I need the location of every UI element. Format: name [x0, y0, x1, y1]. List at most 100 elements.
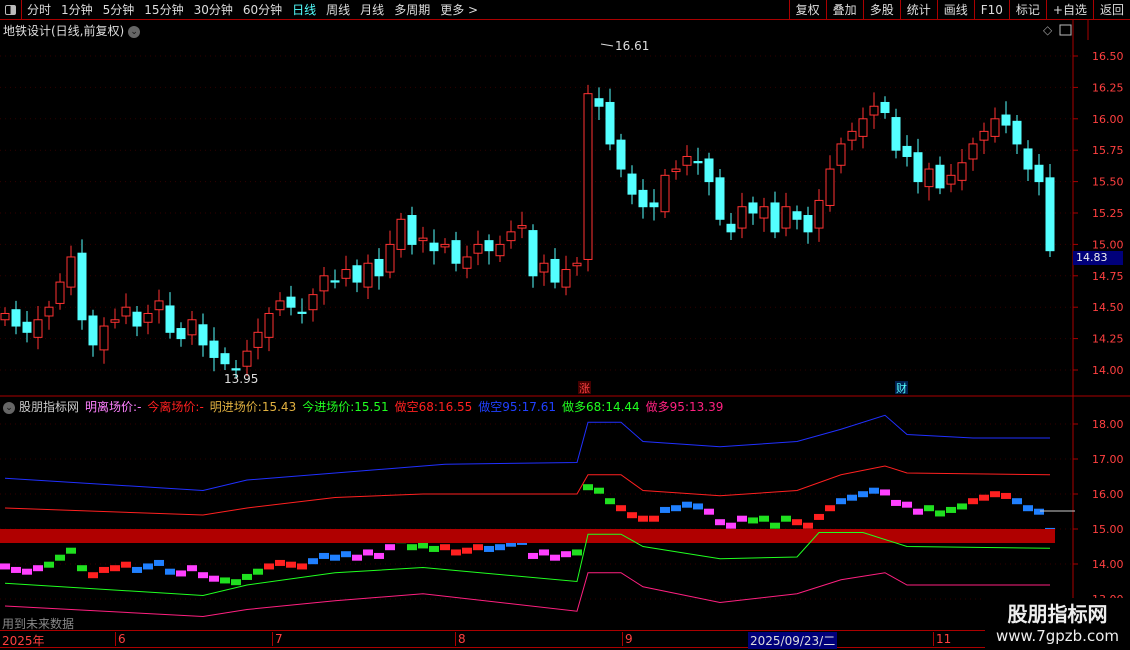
indicator-label: 做空68: [394, 400, 438, 414]
price-block [770, 522, 780, 529]
candle-body [55, 281, 65, 304]
panel-icon [1059, 24, 1072, 36]
band-line [4, 465, 1051, 516]
candle-body [385, 243, 395, 273]
price-block [11, 566, 21, 573]
candle-body [506, 231, 516, 242]
current-price-tag: 14.83 [1073, 251, 1123, 265]
price-block [44, 561, 54, 568]
indicator-number: 14.44 [605, 400, 640, 414]
price-block [550, 554, 560, 561]
price-block [572, 549, 582, 556]
price-block [627, 512, 637, 519]
candle-body [473, 243, 483, 254]
y-tick-label: 14.00 [1092, 558, 1124, 571]
candle-body [869, 105, 879, 116]
candle-body [308, 294, 318, 311]
candle-body [396, 218, 406, 250]
indicator-number: 15.43 [261, 400, 297, 414]
candle-body [1001, 114, 1011, 126]
price-block [286, 561, 296, 568]
price-block [143, 563, 153, 570]
price-block [660, 506, 670, 513]
price-block [198, 572, 208, 579]
candle-body [407, 215, 417, 245]
indicator-label: 做多95: [645, 400, 689, 414]
candle-body [440, 243, 450, 248]
price-block [231, 579, 241, 586]
candle-body [583, 93, 593, 260]
candle-body [264, 312, 274, 338]
price-block [649, 515, 659, 522]
price-block [726, 522, 736, 529]
y-tick-label: 17.00 [1092, 453, 1124, 466]
candle-body [880, 101, 890, 114]
indicator-number: - [137, 400, 142, 414]
candle-body [22, 321, 32, 333]
candle-body [968, 143, 978, 160]
watermark-name: 股朋指标网 [1007, 602, 1108, 626]
candle-body [341, 269, 351, 279]
candle-body [517, 225, 527, 229]
candle-body [1023, 148, 1033, 170]
y-tick-label: 16.25 [1092, 81, 1124, 94]
candle-body [924, 168, 934, 188]
candle-body [660, 174, 670, 213]
price-block [88, 572, 98, 579]
price-block [594, 487, 604, 494]
chevron-down-icon[interactable]: ⌄ [3, 401, 15, 414]
indicator-label: 明进场价: [209, 400, 262, 414]
candle-body [935, 164, 945, 189]
watermark-url: www.7gpzb.com [996, 627, 1119, 645]
price-block [803, 522, 813, 529]
price-block [671, 505, 681, 512]
price-block [22, 568, 32, 575]
candle-body [66, 256, 76, 288]
candle-body [176, 328, 186, 340]
candle-body [33, 319, 43, 338]
price-block [869, 487, 879, 494]
price-block [891, 499, 901, 506]
candle-body [1045, 177, 1055, 252]
price-block [1001, 492, 1011, 499]
candle-body [616, 139, 626, 170]
y-tick-label: 14.25 [1092, 333, 1124, 346]
candle-body [550, 258, 560, 283]
candle-body [231, 368, 241, 371]
candle-body [759, 206, 769, 219]
candle-body [286, 296, 296, 308]
price-block [814, 513, 824, 520]
price-block [759, 515, 769, 522]
candle-body [847, 130, 857, 141]
indicator-number: 17.61 [521, 400, 556, 414]
y-tick-label: 15.75 [1092, 144, 1124, 157]
price-block [792, 519, 802, 526]
price-block [880, 489, 890, 496]
candle-body [187, 319, 197, 336]
candle-body [495, 243, 505, 257]
price-block [539, 549, 549, 556]
x-label: 2025年 [2, 634, 45, 648]
price-block [1012, 498, 1022, 505]
indicator-value: 做空95:17.61 [478, 400, 556, 414]
candle-body [88, 315, 98, 346]
band-line [4, 572, 1050, 618]
price-block [693, 503, 703, 510]
candle-body [627, 173, 637, 195]
candle-body [737, 206, 747, 229]
indicator-number: 15.51 [354, 400, 389, 414]
y-tick-label: 15.25 [1092, 207, 1124, 220]
high-price-label: 16.61 [615, 39, 649, 53]
price-block [363, 549, 373, 556]
candle-body [11, 309, 21, 327]
candle-body [0, 312, 10, 321]
price-block [385, 544, 395, 551]
candle-body [275, 300, 285, 311]
candle-body [792, 211, 802, 220]
candle-body [814, 199, 824, 229]
kline-chart[interactable]: ◇ 16.50 16.25 16.00 15.75 15.50 15.25 15.00 14.7… [0, 0, 1130, 650]
price-block [242, 573, 252, 580]
candle-body [143, 312, 153, 323]
candle-body [605, 101, 615, 145]
price-block [418, 542, 428, 549]
